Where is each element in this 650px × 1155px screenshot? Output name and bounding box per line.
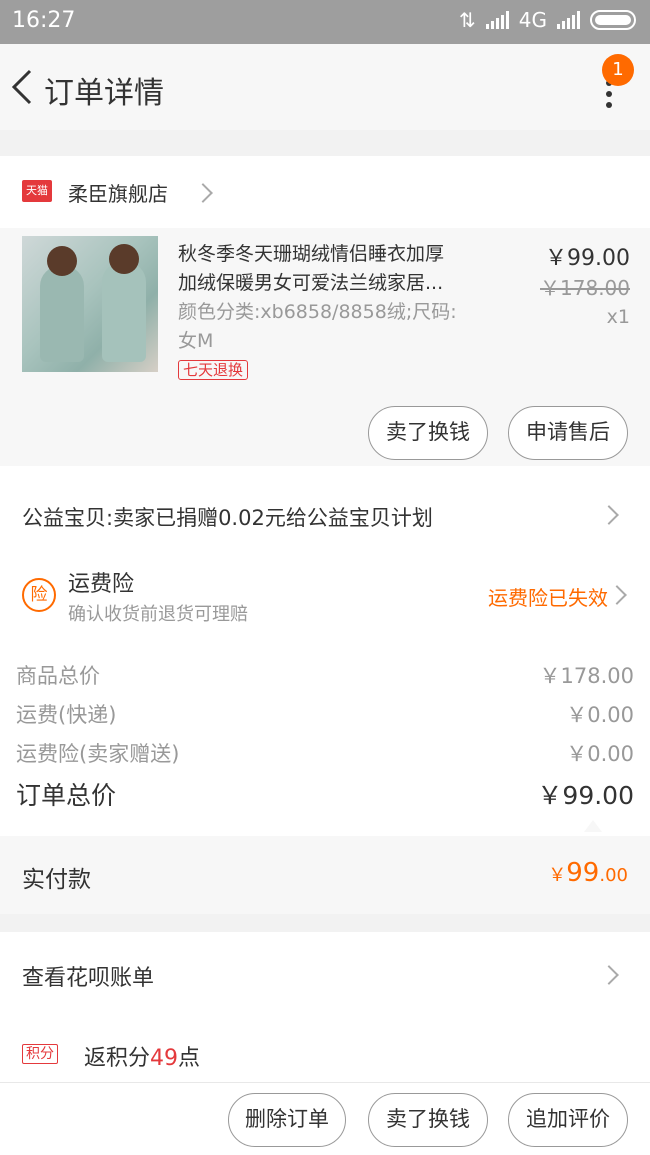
notification-badge: 1	[602, 54, 634, 86]
delete-order-button[interactable]: 删除订单	[228, 1093, 346, 1147]
product-image[interactable]	[22, 236, 158, 372]
status-bar: 16:27 ⇅ 4G	[0, 0, 650, 44]
after-sale-button[interactable]: 申请售后	[508, 406, 628, 460]
back-icon[interactable]	[10, 68, 34, 106]
actual-payment-amount: ￥99.00	[548, 858, 628, 888]
insurance-icon: 险	[22, 578, 56, 612]
chevron-right-icon	[599, 965, 619, 985]
chevron-right-icon	[193, 183, 213, 203]
price-summary: 商品总价 ￥178.00 运费(快递) ￥0.00 运费险(卖家赠送) ￥0.0…	[0, 652, 650, 836]
sell-item-button[interactable]: 卖了换钱	[368, 406, 488, 460]
charity-row[interactable]: 公益宝贝:卖家已捐赠0.02元给公益宝贝计划	[0, 466, 650, 548]
summary-row-insurance: 运费险(卖家赠送) ￥0.00	[16, 742, 634, 766]
tmall-logo-icon: 天猫	[22, 180, 52, 202]
shop-row[interactable]: 天猫 柔臣旗舰店	[0, 156, 650, 228]
battery-icon	[590, 10, 636, 30]
status-time: 16:27	[12, 8, 76, 33]
seven-day-return-badge: 七天退换	[178, 360, 249, 380]
data-transfer-icon: ⇅	[459, 8, 476, 32]
item-price: ￥99.00	[545, 246, 630, 271]
points-tag: 积分	[22, 1044, 58, 1064]
title-bar: 订单详情 1	[0, 44, 650, 130]
item-original-price: ￥178.00	[540, 276, 630, 300]
summary-row-shipping: 运费(快递) ￥0.00	[16, 703, 634, 727]
status-icons: ⇅ 4G	[459, 8, 636, 32]
sell-item-footer-button[interactable]: 卖了换钱	[368, 1093, 488, 1147]
actual-payment: 实付款 ￥99.00	[0, 836, 650, 914]
huabei-bill-row[interactable]: 查看花呗账单	[0, 932, 650, 1018]
pointer-notch	[584, 820, 602, 832]
summary-row-goods: 商品总价 ￥178.00	[16, 664, 634, 688]
signal-icon-2	[557, 11, 580, 29]
insurance-status: 运费险已失效	[488, 586, 608, 610]
chevron-right-icon	[599, 505, 619, 525]
chevron-right-icon	[607, 585, 627, 605]
bottom-action-bar: 删除订单 卖了换钱 追加评价	[0, 1082, 650, 1155]
product-title[interactable]: 秋冬季冬天珊瑚绒情侣睡衣加厚 加绒保暖男女可爱法兰绒家居...	[178, 240, 496, 298]
signal-icon	[485, 11, 509, 29]
page-title: 订单详情	[44, 76, 164, 111]
insurance-title: 运费险	[68, 572, 135, 597]
points-text: 返积分49点	[84, 1046, 201, 1071]
points-row: 积分 返积分49点	[0, 1018, 650, 1082]
add-review-button[interactable]: 追加评价	[508, 1093, 628, 1147]
insurance-subtitle: 确认收货前退货可理赔	[68, 604, 248, 625]
more-menu-icon[interactable]	[606, 80, 612, 113]
huabei-bill-text: 查看花呗账单	[22, 966, 155, 991]
charity-text: 公益宝贝:卖家已捐赠0.02元给公益宝贝计划	[22, 506, 433, 530]
order-total: 订单总价 ￥99.00	[16, 781, 634, 810]
order-item[interactable]: 秋冬季冬天珊瑚绒情侣睡衣加厚 加绒保暖男女可爱法兰绒家居... 颜色分类:xb6…	[0, 228, 650, 466]
item-quantity: x1	[606, 306, 630, 328]
product-sku: 颜色分类:xb6858/8858绒;尺码: 女M	[178, 301, 457, 352]
freight-insurance-row[interactable]: 险 运费险 确认收货前退货可理赔 运费险已失效	[0, 548, 650, 652]
network-type: 4G	[518, 8, 547, 32]
shop-name[interactable]: 柔臣旗舰店	[68, 178, 168, 207]
actual-payment-label: 实付款	[22, 867, 91, 893]
